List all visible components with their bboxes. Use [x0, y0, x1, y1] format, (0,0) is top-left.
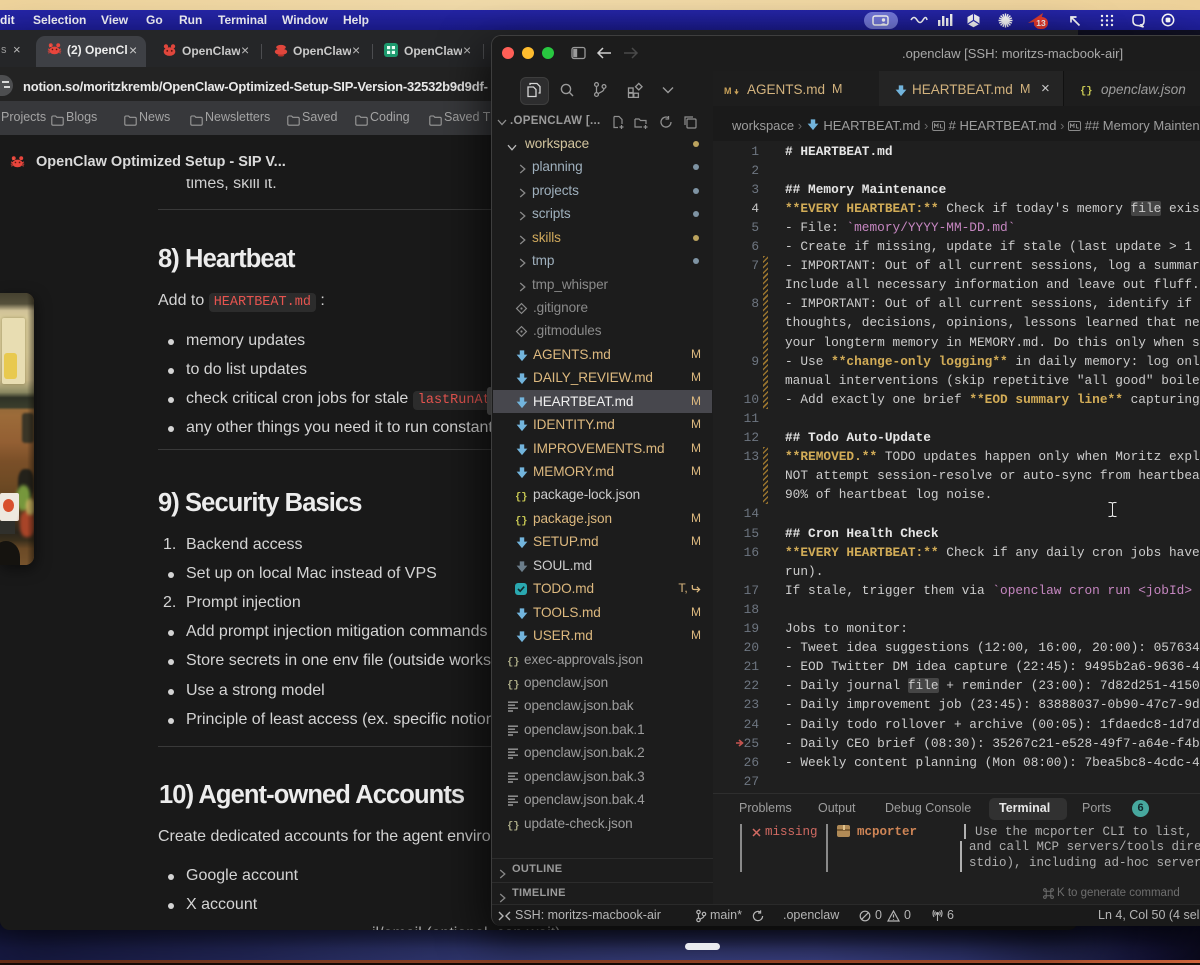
- svg-text:{}: {}: [515, 515, 528, 526]
- svg-text:M: M: [724, 86, 732, 96]
- svg-text:{}: {}: [515, 492, 528, 503]
- svg-text:{}: {}: [507, 679, 520, 690]
- svg-text:{}: {}: [507, 820, 520, 831]
- svg-text:{}: {}: [507, 656, 520, 667]
- svg-text:{}: {}: [1080, 86, 1093, 97]
